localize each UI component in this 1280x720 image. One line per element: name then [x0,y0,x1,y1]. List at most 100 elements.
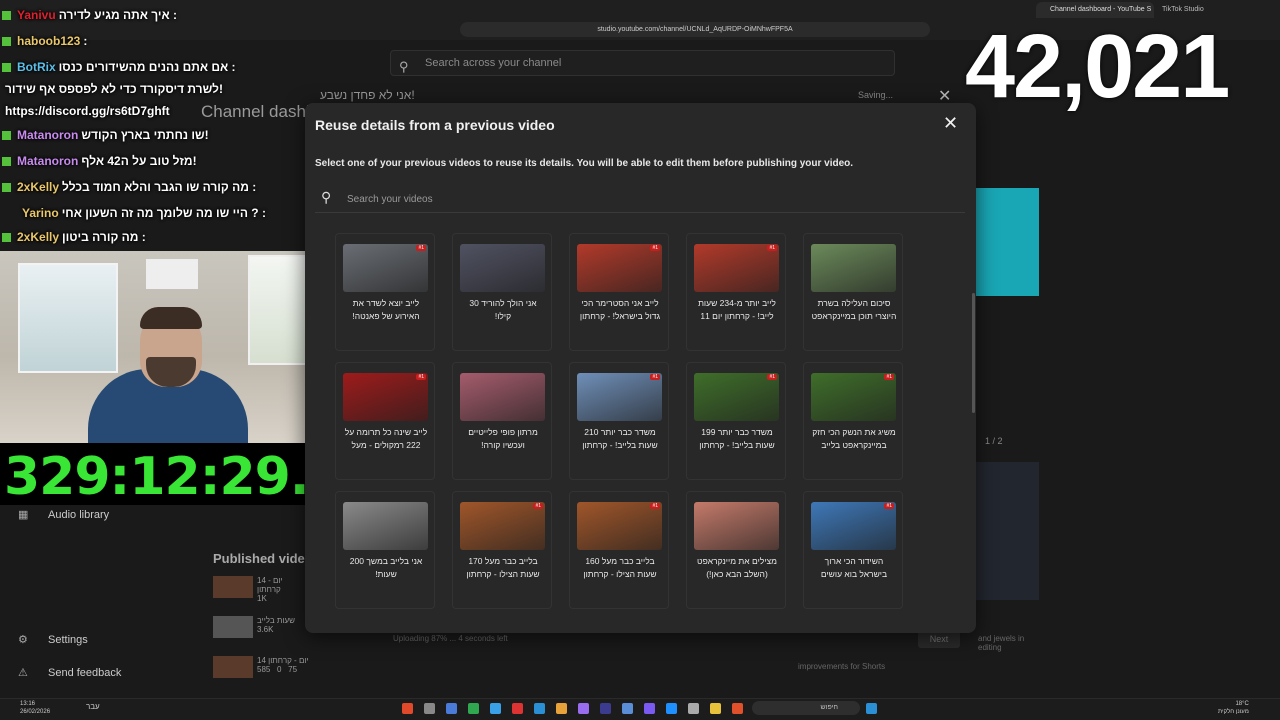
sidebar-item-send-feedback[interactable]: ⚠ Send feedback [18,666,121,679]
news-text: improvements for Shorts [798,662,886,671]
chat-username: 2xKelly [17,180,60,194]
video-card[interactable]: #1 לייב שינה כל תרומה על 222 רמקולים - מעל [335,362,435,480]
video-card[interactable]: #1 משיג את הנשק הכי חזק במיינקראפט בלייב [803,362,903,480]
app-icon[interactable] [512,703,523,714]
windows-start-icon[interactable] [866,703,877,714]
app-icon[interactable] [424,703,435,714]
close-icon[interactable]: ✕ [943,113,958,134]
view-count: 585 [257,665,271,674]
video-card[interactable]: מרתון פופי פלייטיים ועכשיו קורה! [452,362,552,480]
studio-search-input[interactable]: ⚲ Search across your channel [390,50,895,76]
chat-username: Yanivu [17,8,56,22]
app-icon[interactable] [578,703,589,714]
thumbnail-badge: #1 [650,374,660,380]
saving-status: Saving... [858,90,894,100]
news-pager: 1 / 2 [985,436,1003,446]
published-video-row[interactable]: 14 יום - קרחתון 1K [213,576,303,603]
chat-text: מה קורה ביטון : [62,230,146,244]
address-bar[interactable]: studio.youtube.com/channel/UCNLd_AqURDP-… [460,22,930,37]
weather-widget[interactable]: 18°C מעונן חלקית [1218,700,1249,716]
app-icon[interactable] [600,703,611,714]
sidebar-label: Send feedback [48,667,122,679]
news-card[interactable] [975,188,1039,296]
thumbnail-badge: #1 [650,503,660,509]
video-card[interactable]: #1 לייב אני הסטרימר הכי גדול בישראל! - קרח… [569,233,669,351]
video-title-line: מצילים את מיינקראפט [697,556,777,566]
video-card-title: מצילים את מיינקראפט (השלב הבא כאן!) [691,555,783,581]
taskbar-search[interactable]: חיפוש [752,701,860,715]
sidebar-label: Settings [48,634,88,646]
sidebar-item-settings[interactable]: ⚙ Settings [18,633,88,646]
thumbnail-badge: #1 [767,374,777,380]
scrollbar[interactable] [972,293,975,413]
video-card-title: לייב שינה כל תרומה על 222 רמקולים - מעל [340,426,432,452]
video-card[interactable]: #1 משדר כבר יותר 199 שעות בלייב! - קרחתון [686,362,786,480]
video-card-title: סיכום העלילה בשרת היוצרי תוכן במיינקראפט [808,297,900,323]
video-title-line: בלייב כבר מעל 170 [468,556,538,566]
video-thumbnail [694,502,779,550]
video-card[interactable]: אני הולך להוריד 30 קילו! [452,233,552,351]
video-search[interactable]: ⚲ [315,185,965,213]
video-card[interactable]: #1 לייב יוצא לשדר את האירוע של פאנטה! [335,233,435,351]
video-card[interactable]: #1 בלייב כבר מעל 170 שעות הצילו - קרחתון [452,491,552,609]
video-title-line: לייב יותר מ-234 שעות [698,298,776,308]
taskbar-clock: 13:16 26/02/2026 [20,700,50,716]
video-title-line: שעות הצילו - קרחתון [583,569,657,579]
follower-counter: 42,021 [965,17,1230,117]
chat-message: 2xKelly מה קורה שו הגבר והלא חמוד בכלל : [2,180,256,200]
video-search-input[interactable] [347,189,937,209]
video-card[interactable]: #1 בלייב כבר מעל 160 שעות הצילו - קרחתון [569,491,669,609]
video-card-title: אני הולך להוריד 30 קילו! [457,297,549,323]
chat-message: Matanoron שו נחתתי בארץ הקודש! [2,128,209,148]
app-icon[interactable] [534,703,545,714]
video-title-line: שעות בלייב! - קרחתון [699,440,775,450]
thumbnail-badge: #1 [884,374,894,380]
creator-insider-card[interactable] [975,462,1039,600]
video-card[interactable]: #1 השידור הכי ארוך בישראל בוא עושים [803,491,903,609]
app-icon[interactable] [644,703,655,714]
badge-icon [2,11,11,21]
chat-message: Matanoron מזל טוב על ה42 אלף! [2,154,197,174]
app-icon[interactable] [688,703,699,714]
video-title-line: לייב יוצא לשדר את [352,298,420,308]
video-title-line: קילו! [494,311,512,321]
sidebar-label: Audio library [48,509,110,521]
video-card[interactable]: #1 לייב יותר מ-234 שעות לייב! - קרחתון יום… [686,233,786,351]
video-thumbnail: #1 [694,244,779,292]
published-video-row[interactable]: שעות בלייב 3.6K [213,616,303,638]
video-thumbnail [460,244,545,292]
chat-username: Yarino [22,206,59,220]
app-icon[interactable] [732,703,743,714]
video-title-line: משיג את הנשק הכי חזק [812,427,896,437]
video-card[interactable]: אני בלייב במשך 200 שעות! [335,491,435,609]
app-icon[interactable] [468,703,479,714]
app-icon[interactable] [556,703,567,714]
published-video-row[interactable]: 14 יום - קרחתון 585 0 75 [213,656,383,678]
chat-link[interactable]: https://discord.gg/rs6tD7ghft [5,104,170,118]
sidebar-item-audio-library[interactable]: ▦ Audio library [18,508,109,521]
app-icon[interactable] [490,703,501,714]
video-card-title: מרתון פופי פלייטיים ועכשיו קורה! [457,426,549,452]
video-card[interactable]: #1 משדר כבר יותר 210 שעות בלייב! - קרחתון [569,362,669,480]
video-card[interactable]: מצילים את מיינקראפט (השלב הבא כאן!) [686,491,786,609]
news-text: and jewels in editing [978,634,1025,652]
app-icon[interactable] [402,703,413,714]
chat-username: 2xKelly [17,230,60,244]
video-title-line: משדר כבר יותר 210 [584,427,656,437]
video-card[interactable]: סיכום העלילה בשרת היוצרי תוכן במיינקראפט [803,233,903,351]
video-title-line: (השלב הבא כאן!) [706,569,768,579]
video-grid: #1 לייב יוצא לשדר את האירוע של פאנטה! אני ה… [335,233,925,633]
badge-icon [2,37,11,47]
video-thumbnail: #1 [577,373,662,421]
app-icon[interactable] [666,703,677,714]
app-icon[interactable] [446,703,457,714]
app-icon[interactable] [710,703,721,714]
like-count: 75 [288,665,298,674]
video-title-line: השידור הכי ארוך [824,556,884,566]
chat-text: מזל טוב על ה42 אלף! [81,154,197,168]
video-title-line: במיינקראפט בלייב [821,440,887,450]
video-card-title: השידור הכי ארוך בישראל בוא עושים [808,555,900,581]
language-indicator[interactable]: עבר [86,702,100,711]
app-icon[interactable] [622,703,633,714]
chat-text: : [83,34,88,48]
